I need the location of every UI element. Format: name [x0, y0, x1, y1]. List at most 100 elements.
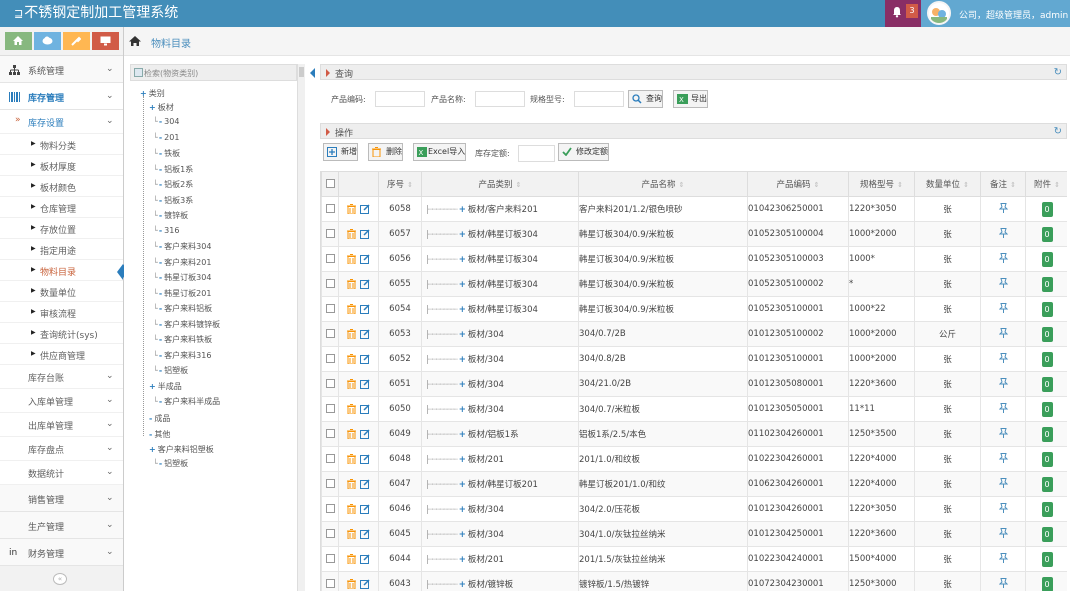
trash-icon[interactable]: [347, 528, 356, 539]
trash-icon[interactable]: [347, 253, 356, 264]
tree-node[interactable]: - 其他: [149, 429, 170, 440]
sidebar-item-settings[interactable]: ▶ 查询统计(sys): [0, 323, 123, 344]
tree-node[interactable]: └- 铝塑板: [153, 458, 188, 469]
row-checkbox[interactable]: [321, 321, 339, 347]
attachment-count-badge[interactable]: 0: [1041, 451, 1053, 467]
menu-bottom-item[interactable]: 生产管理 ⌄: [0, 512, 123, 539]
trash-icon[interactable]: [347, 353, 356, 364]
trash-icon[interactable]: [347, 328, 356, 339]
add-button[interactable]: 新增: [323, 143, 358, 161]
tree-node[interactable]: └- 客户来料铝板: [153, 303, 212, 314]
trash-icon[interactable]: [347, 428, 356, 439]
edit-icon[interactable]: [360, 529, 370, 539]
notifications-button[interactable]: 3: [885, 0, 921, 27]
search-button[interactable]: 查询: [628, 90, 663, 108]
pin-icon[interactable]: [998, 227, 1008, 238]
product-code-input[interactable]: [375, 91, 425, 107]
pin-icon[interactable]: [998, 427, 1008, 438]
tree-node[interactable]: └- 316: [153, 226, 179, 235]
modify-quota-button[interactable]: 修改定额: [558, 143, 609, 161]
trash-icon[interactable]: [347, 403, 356, 414]
table-row[interactable]: 6054 |┈┈┈┈┈┈┈ + 板材/韩星订板304 韩星订板304/0.9/米粒板 01…: [321, 296, 1067, 322]
table-row[interactable]: 6051 |┈┈┈┈┈┈┈ + 板材/304 304/21.0/2B 0101230508…: [321, 371, 1067, 397]
trash-icon[interactable]: [347, 478, 356, 489]
row-checkbox[interactable]: [321, 196, 339, 222]
tree-node[interactable]: └- 镀锌板: [153, 210, 188, 221]
row-checkbox[interactable]: [321, 471, 339, 497]
tree-node[interactable]: + 半成品: [149, 381, 182, 392]
shortcut-wrench-button[interactable]: [63, 32, 90, 50]
pin-icon[interactable]: [998, 202, 1008, 213]
table-row[interactable]: 6057 |┈┈┈┈┈┈┈ + 板材/韩星订板304 韩星订板304/0.9/米粒板 01…: [321, 221, 1067, 247]
trash-icon[interactable]: [347, 578, 356, 589]
header-unit[interactable]: 数量单位 ⇕: [914, 171, 981, 197]
tree-node[interactable]: └- 客户来料铁板: [153, 334, 212, 345]
shortcut-cloud-button[interactable]: [34, 32, 61, 50]
tree-node[interactable]: └- 铝板2系: [153, 179, 193, 190]
attachment-count-badge[interactable]: 0: [1041, 301, 1053, 317]
row-checkbox[interactable]: [321, 221, 339, 247]
sidebar-item-settings[interactable]: ▶ 板材颜色: [0, 176, 123, 197]
sidebar-item-inventory-group[interactable]: 库存盘点 ⌄: [0, 437, 123, 461]
edit-icon[interactable]: [360, 404, 370, 414]
sidebar-item-settings[interactable]: ▶ 物料目录: [0, 260, 124, 281]
sidebar-item-settings[interactable]: ▶ 数量单位: [0, 281, 123, 302]
edit-icon[interactable]: [360, 429, 370, 439]
row-checkbox[interactable]: [321, 371, 339, 397]
delete-button[interactable]: 删除: [368, 143, 403, 161]
table-row[interactable]: 6052 |┈┈┈┈┈┈┈ + 板材/304 304/0.8/2B 01012305100…: [321, 346, 1067, 372]
edit-icon[interactable]: [360, 329, 370, 339]
refresh-icon[interactable]: ↻: [1054, 126, 1062, 137]
app-title[interactable]: ⊒不锈钢定制加工管理系统: [14, 4, 178, 23]
menu-system-management[interactable]: 系统管理 ⌄: [0, 56, 123, 83]
row-checkbox[interactable]: [321, 271, 339, 297]
attachment-count-badge[interactable]: 0: [1041, 401, 1053, 417]
menu-bottom-item[interactable]: in 财务管理 ⌄: [0, 539, 123, 566]
table-row[interactable]: 6058 |┈┈┈┈┈┈┈ + 板材/客户来料201 客户来料201/1.2/银色喷砂 0…: [321, 196, 1067, 222]
table-row[interactable]: 6056 |┈┈┈┈┈┈┈ + 板材/韩星订板304 韩星订板304/0.9/米粒板 01…: [321, 246, 1067, 272]
edit-icon[interactable]: [360, 204, 370, 214]
shortcut-signal-button[interactable]: [5, 32, 32, 50]
sidebar-collapse-button[interactable]: «: [53, 573, 67, 585]
tree-node[interactable]: └- 铁板: [153, 148, 180, 159]
edit-icon[interactable]: [360, 479, 370, 489]
table-row[interactable]: 6053 |┈┈┈┈┈┈┈ + 板材/304 304/0.7/2B 01012305100…: [321, 321, 1067, 347]
pin-icon[interactable]: [998, 477, 1008, 488]
tree-node[interactable]: + 客户来料铝塑板: [149, 444, 214, 455]
tree-node[interactable]: └- 201: [153, 133, 179, 142]
quota-input[interactable]: [518, 145, 555, 162]
edit-icon[interactable]: [360, 279, 370, 289]
tree-node[interactable]: └- 客户来料304: [153, 241, 211, 252]
sidebar-item-settings[interactable]: ▶ 存放位置: [0, 218, 123, 239]
table-row[interactable]: 6044 |┈┈┈┈┈┈┈ + 板材/201 201/1.5/灰钛拉丝纳米 0102230…: [321, 546, 1067, 572]
header-code[interactable]: 产品编码 ⇕: [747, 171, 849, 197]
sidebar-item-inventory-group[interactable]: 入库单管理 ⌄: [0, 389, 123, 413]
row-checkbox[interactable]: [321, 446, 339, 472]
tree-node[interactable]: └- 铝塑板: [153, 365, 188, 376]
row-checkbox[interactable]: [321, 546, 339, 572]
edit-icon[interactable]: [360, 504, 370, 514]
tree-node[interactable]: └- 304: [153, 117, 179, 126]
tree-node[interactable]: └- 韩星订板304: [153, 272, 211, 283]
row-checkbox[interactable]: [321, 246, 339, 272]
row-checkbox[interactable]: [321, 346, 339, 372]
header-attachment[interactable]: 附件 ⇕: [1025, 171, 1067, 197]
sidebar-item-inventory-group[interactable]: 出库单管理 ⌄: [0, 413, 123, 437]
pin-icon[interactable]: [998, 277, 1008, 288]
collapse-tree-icon[interactable]: [310, 68, 315, 78]
table-row[interactable]: 6043 |┈┈┈┈┈┈┈ + 板材/镀锌板 镀锌板/1.5/热镀锌 0107230423…: [321, 571, 1067, 591]
export-button[interactable]: X 导出: [673, 90, 708, 108]
header-note[interactable]: 备注 ⇕: [980, 171, 1026, 197]
header-no[interactable]: 序号 ⇕: [378, 171, 422, 197]
pin-icon[interactable]: [998, 302, 1008, 313]
edit-icon[interactable]: [360, 304, 370, 314]
tree-node[interactable]: + 板材: [149, 102, 174, 113]
trash-icon[interactable]: [347, 453, 356, 464]
table-row[interactable]: 6046 |┈┈┈┈┈┈┈ + 板材/304 304/2.0/压花板 0101230426…: [321, 496, 1067, 522]
select-all-checkbox[interactable]: [321, 171, 339, 197]
edit-icon[interactable]: [360, 379, 370, 389]
attachment-count-badge[interactable]: 0: [1041, 326, 1053, 342]
table-row[interactable]: 6050 |┈┈┈┈┈┈┈ + 板材/304 304/0.7/米粒板 0101230505…: [321, 396, 1067, 422]
sidebar-item-settings[interactable]: ▶ 板材厚度: [0, 155, 123, 176]
row-checkbox[interactable]: [321, 496, 339, 522]
